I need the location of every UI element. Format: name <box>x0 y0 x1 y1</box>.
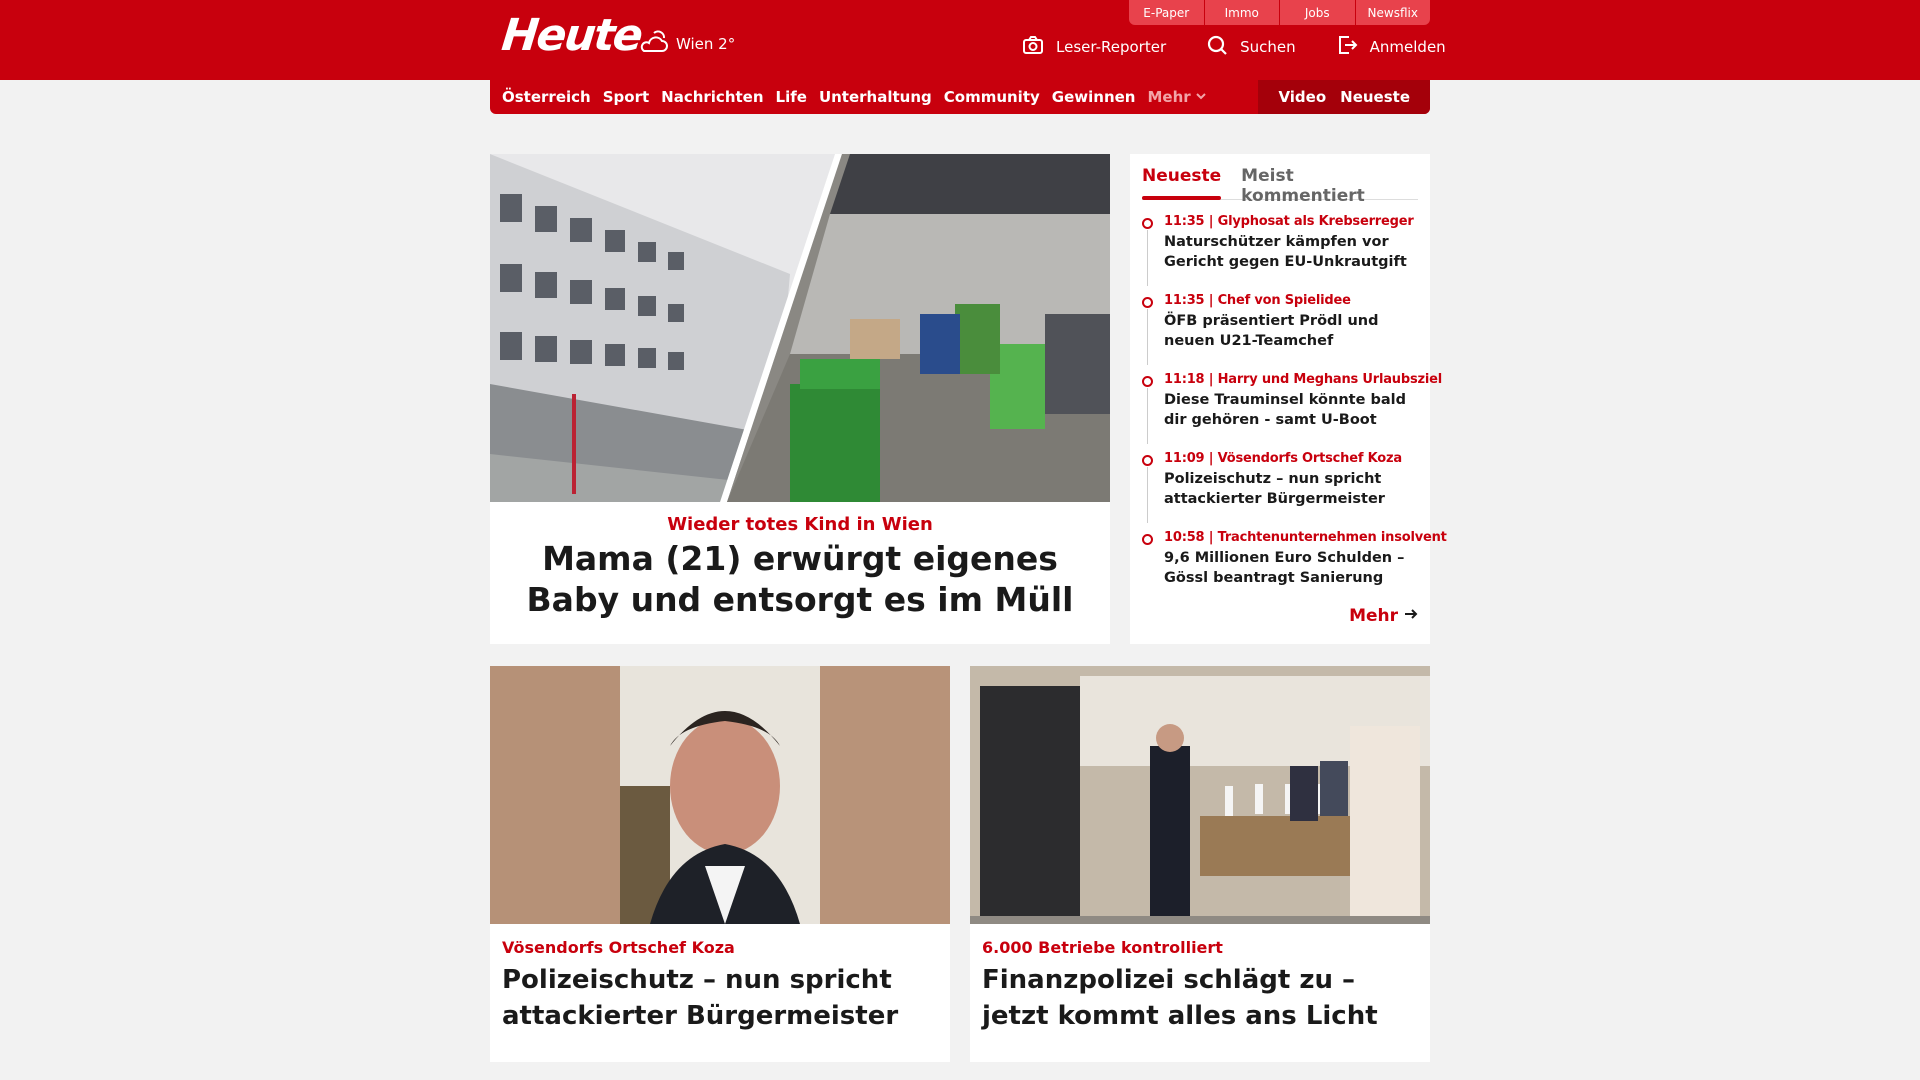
ticker-item[interactable]: 11:35 | Glyphosat als Krebserreger Natur… <box>1142 214 1422 293</box>
top-links: E-Paper Immo Jobs Newsflix <box>1129 0 1430 25</box>
article-image <box>490 666 950 924</box>
hero-kicker: Wieder totes Kind in Wien <box>667 514 933 535</box>
cloud-sun-icon <box>638 27 670 61</box>
search-button[interactable]: Suchen <box>1206 34 1296 60</box>
article-kicker: Vösendorfs Ortschef Koza <box>502 938 735 957</box>
ticker-title[interactable]: Polizeischutz – nun spricht attackierter… <box>1164 469 1422 509</box>
ticker-tag: Glyphosat als Krebserreger <box>1217 214 1414 229</box>
hero-headline[interactable]: Mama (21) erwürgt eigenes Baby und entso… <box>510 538 1090 620</box>
timeline-dot-icon <box>1142 297 1153 308</box>
timeline-dot-icon <box>1142 534 1153 545</box>
tab-meist-kommentiert[interactable]: Meist kommentiert <box>1241 162 1418 206</box>
hero-article[interactable]: Wieder totes Kind in Wien Mama (21) erwü… <box>490 154 1110 644</box>
ticker-title[interactable]: 9,6 Millionen Euro Schulden – Gössl bean… <box>1164 548 1422 588</box>
search-icon <box>1206 34 1228 60</box>
ticker-list: 11:35 | Glyphosat als Krebserreger Natur… <box>1142 214 1447 609</box>
timeline-dot-icon <box>1142 455 1153 466</box>
ticker-title[interactable]: Diese Trauminsel könnte bald dir gehören… <box>1164 390 1422 430</box>
ticker-item[interactable]: 10:58 | Trachtenunternehmen insolvent 9,… <box>1142 530 1447 609</box>
top-link-jobs[interactable]: Jobs <box>1280 0 1356 25</box>
article-headline[interactable]: Polizeischutz – nun spricht attackierter… <box>502 962 932 1034</box>
ticker-item[interactable]: 11:35 | Chef von Spielidee ÖFB präsentie… <box>1142 293 1422 372</box>
ticker-more-link[interactable]: Mehr <box>1349 606 1418 626</box>
login-label: Anmelden <box>1369 38 1446 56</box>
ticker-title[interactable]: Naturschützer kämpfen vor Gericht gegen … <box>1164 232 1422 272</box>
nav-item-video[interactable]: Video <box>1278 88 1326 106</box>
login-icon <box>1336 34 1358 60</box>
nav-item-community[interactable]: Community <box>944 88 1040 106</box>
nav-item-neueste[interactable]: Neueste <box>1340 88 1410 106</box>
timeline-line <box>1147 467 1148 523</box>
header-actions: Leser-Reporter Suchen Anmelden <box>1022 34 1446 60</box>
timeline-line <box>1147 388 1148 444</box>
ticker-tabs: Neueste Meist kommentiert <box>1142 162 1418 206</box>
ticker-tag: Harry und Meghans Urlaubsziel <box>1217 372 1443 387</box>
weather-label: Wien 2° <box>676 35 736 53</box>
login-button[interactable]: Anmelden <box>1336 34 1446 60</box>
nav-item-oesterreich[interactable]: Österreich <box>502 88 591 106</box>
nav-item-nachrichten[interactable]: Nachrichten <box>661 88 763 106</box>
nav-item-unterhaltung[interactable]: Unterhaltung <box>819 88 932 106</box>
nav-item-life[interactable]: Life <box>776 88 807 106</box>
ticker-time: 10:58 <box>1164 530 1205 545</box>
ticker-title[interactable]: ÖFB präsentiert Prödl und neuen U21-Team… <box>1164 311 1422 351</box>
ticker-item[interactable]: 11:09 | Vösendorfs Ortschef Koza Polizei… <box>1142 451 1422 530</box>
timeline-line <box>1147 230 1148 286</box>
article-image <box>970 666 1430 924</box>
news-ticker: Neueste Meist kommentiert 11:35 | Glypho… <box>1130 154 1447 644</box>
top-link-epaper[interactable]: E-Paper <box>1129 0 1205 25</box>
nav-more-label: Mehr <box>1147 88 1191 106</box>
ticker-more-label: Mehr <box>1349 606 1398 626</box>
article-headline[interactable]: Finanzpolizei schlägt zu – jetzt kommt a… <box>982 962 1412 1034</box>
ticker-time: 11:18 <box>1164 372 1205 387</box>
ticker-item[interactable]: 11:18 | Harry und Meghans Urlaubsziel Di… <box>1142 372 1442 451</box>
arrow-right-icon <box>1404 606 1418 626</box>
main-navigation: Österreich Sport Nachrichten Life Unterh… <box>490 80 1430 114</box>
ticker-tag: Chef von Spielidee <box>1217 293 1351 308</box>
site-logo[interactable]: Heute <box>499 10 643 61</box>
hero-image <box>490 154 1110 502</box>
search-label: Suchen <box>1240 38 1296 56</box>
leser-reporter-label: Leser-Reporter <box>1056 38 1167 56</box>
nav-item-gewinnen[interactable]: Gewinnen <box>1052 88 1136 106</box>
weather-widget[interactable]: Wien 2° <box>638 27 735 61</box>
article-kicker: 6.000 Betriebe kontrolliert <box>982 938 1223 957</box>
ticker-time: 11:09 <box>1164 451 1205 466</box>
timeline-dot-icon <box>1142 376 1153 387</box>
ticker-tag: Trachtenunternehmen insolvent <box>1217 530 1447 545</box>
camera-icon <box>1022 34 1044 60</box>
nav-item-sport[interactable]: Sport <box>603 88 649 106</box>
top-link-newsflix[interactable]: Newsflix <box>1355 0 1430 25</box>
timeline-line <box>1147 309 1148 365</box>
timeline-dot-icon <box>1142 218 1153 229</box>
ticker-tag: Vösendorfs Ortschef Koza <box>1217 451 1403 466</box>
article-card[interactable]: Vösendorfs Ortschef Koza Polizeischutz –… <box>490 666 950 1062</box>
top-link-immo[interactable]: Immo <box>1204 0 1280 25</box>
tab-neueste[interactable]: Neueste <box>1142 162 1222 200</box>
leser-reporter-button[interactable]: Leser-Reporter <box>1022 34 1166 60</box>
nav-more-dropdown[interactable]: Mehr <box>1147 88 1206 106</box>
site-header: E-Paper Immo Jobs Newsflix Heute Wien 2°… <box>0 0 1920 80</box>
article-card[interactable]: 6.000 Betriebe kontrolliert Finanzpolize… <box>970 666 1430 1062</box>
ticker-time: 11:35 <box>1164 214 1205 229</box>
chevron-down-icon <box>1195 88 1207 106</box>
ticker-time: 11:35 <box>1164 293 1205 308</box>
nav-right-section: Video Neueste <box>1258 80 1430 114</box>
